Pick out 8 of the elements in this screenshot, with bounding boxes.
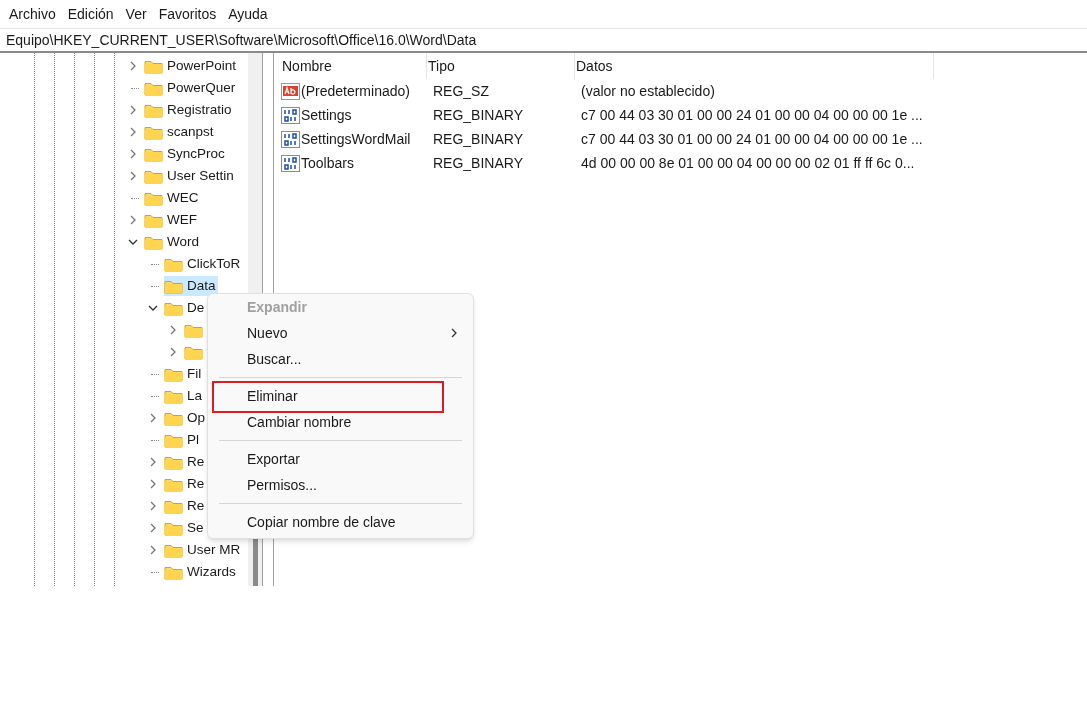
value-data: 4d 00 00 00 8e 01 00 00 04 00 00 00 02 01 ff ff 6c 0... xyxy=(581,154,915,171)
value-type: REG_SZ xyxy=(433,82,489,99)
value-data: c7 00 44 03 30 01 00 00 24 01 00 00 04 00 00 00 1e ... xyxy=(581,106,923,123)
value-type: REG_BINARY xyxy=(433,106,523,123)
value-data: c7 00 44 03 30 01 00 00 24 01 00 00 04 00 00 00 1e ... xyxy=(581,130,923,147)
value-type: REG_BINARY xyxy=(433,154,523,171)
value-data: (valor no establecido) xyxy=(581,82,715,99)
value-type: REG_BINARY xyxy=(433,130,523,147)
